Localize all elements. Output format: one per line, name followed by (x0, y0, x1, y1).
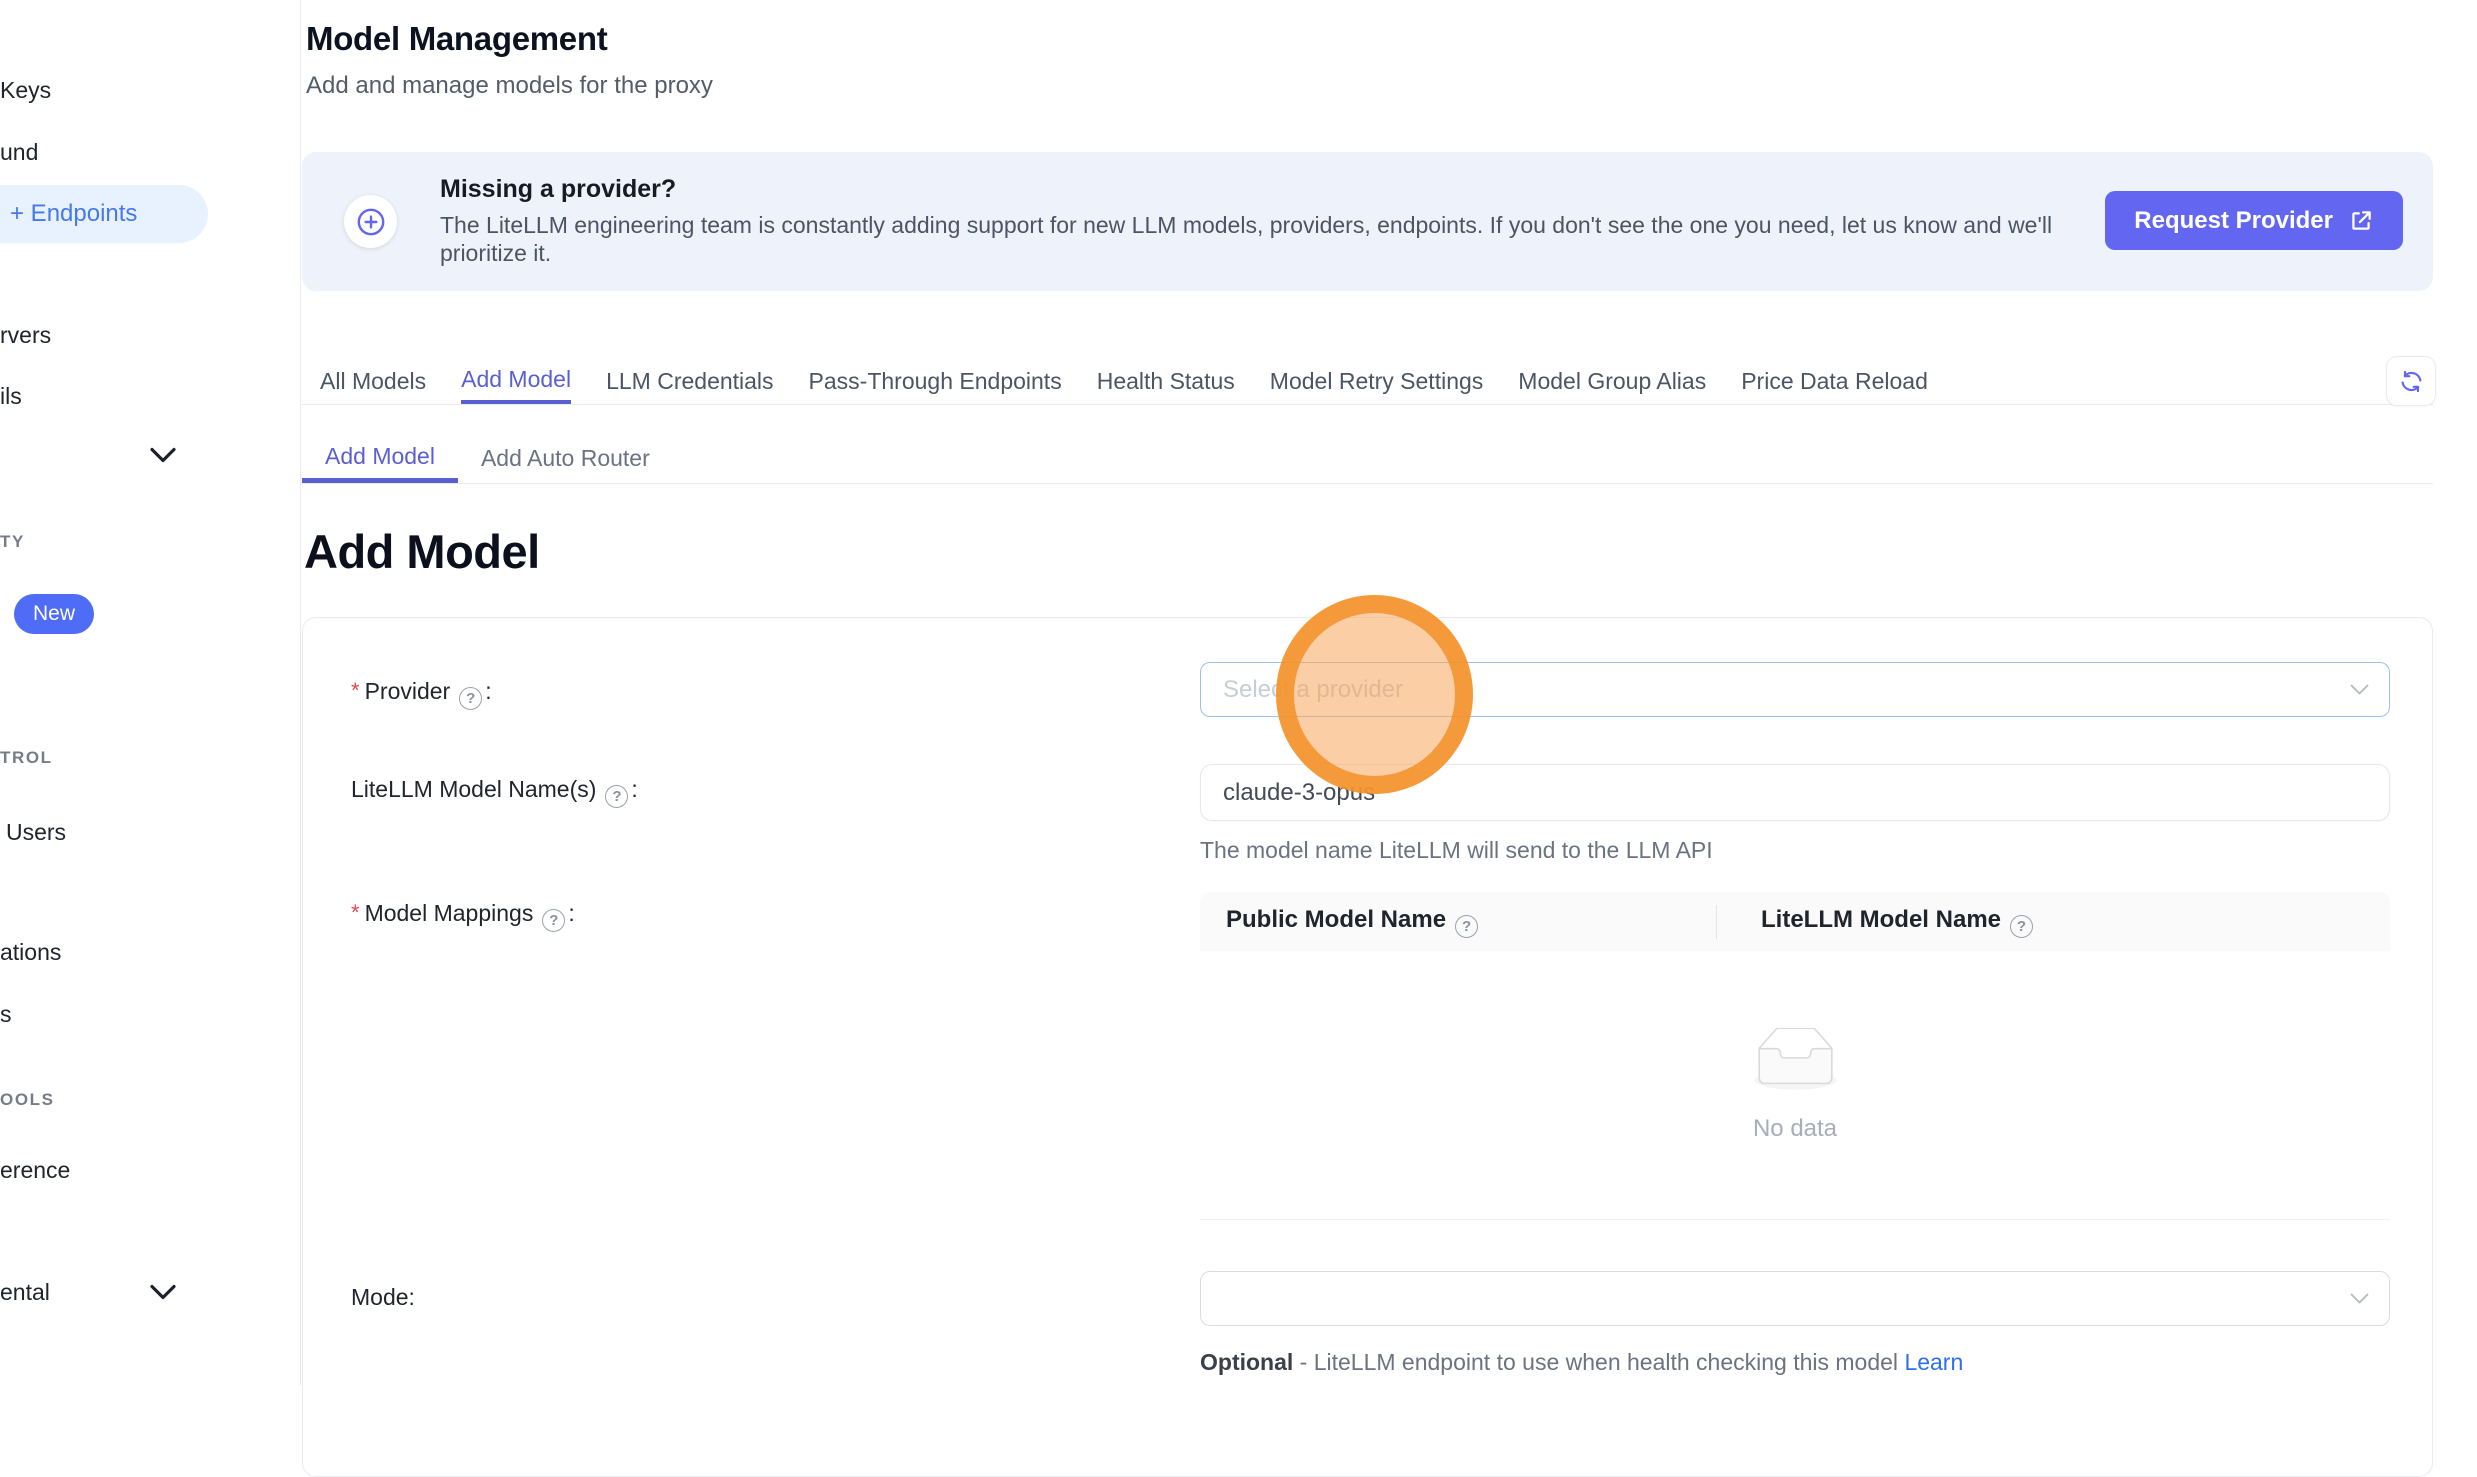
model-mappings-label: *Model Mappings?: (351, 900, 575, 932)
refresh-icon (2399, 369, 2424, 394)
sidebar-section-header: TROL (0, 748, 53, 768)
sidebar-section-header: OOLS (0, 1090, 55, 1110)
tab-all-models[interactable]: All Models (320, 358, 426, 404)
mode-help-text: Optional - LiteLLM endpoint to use when … (1200, 1349, 1963, 1376)
model-name-label: LiteLLM Model Name(s)?: (351, 776, 638, 808)
tab-price-data-reload[interactable]: Price Data Reload (1741, 358, 1928, 404)
request-provider-label: Request Provider (2134, 207, 2333, 235)
sidebar-item-keys[interactable]: Keys (0, 76, 51, 104)
tab-pass-through-endpoints[interactable]: Pass-Through Endpoints (809, 358, 1062, 404)
page-title: Model Management (306, 20, 607, 58)
banner-title: Missing a provider? (440, 175, 676, 204)
chevron-down-icon[interactable] (150, 1284, 176, 1300)
new-badge: New (14, 594, 94, 634)
help-icon[interactable]: ? (542, 909, 565, 932)
external-link-icon (2348, 208, 2374, 234)
mode-help-optional: Optional (1200, 1349, 1293, 1375)
subtab-add-auto-router[interactable]: Add Auto Router (458, 434, 673, 483)
help-icon[interactable]: ? (459, 687, 482, 710)
sidebar-item-users[interactable]: Users (6, 818, 66, 846)
page-subtitle: Add and manage models for the proxy (306, 72, 713, 100)
column-header-litellm-model-name: LiteLLM Model Name? (1717, 906, 2036, 938)
sidebar-section-header: TY (0, 532, 25, 552)
provider-placeholder: Select a provider (1223, 676, 1403, 704)
mappings-table-header: Public Model Name? LiteLLM Model Name? (1200, 892, 2390, 951)
sidebar-item-teams[interactable]: s (0, 1000, 12, 1028)
provider-select[interactable]: Select a provider (1200, 662, 2390, 717)
plus-circle-icon (344, 195, 397, 248)
no-data-text: No data (1753, 1115, 1837, 1143)
sidebar-item-experimental[interactable]: ental (0, 1278, 50, 1306)
sidebar: Keys und + Endpoints rvers ils TY New TR… (0, 0, 301, 1385)
subtab-add-model[interactable]: Add Model (302, 434, 458, 483)
model-name-input[interactable]: claude-3-opus (1200, 764, 2390, 821)
model-name-help-text: The model name LiteLLM will send to the … (1200, 837, 1713, 864)
add-model-subtabs: Add Model Add Auto Router (302, 434, 2433, 484)
sidebar-item-inference[interactable]: erence (0, 1156, 70, 1184)
model-tabs: All Models Add Model LLM Credentials Pas… (302, 358, 2433, 405)
request-provider-button[interactable]: Request Provider (2105, 191, 2403, 250)
sidebar-item-organizations[interactable]: ations (0, 938, 61, 966)
tab-add-model[interactable]: Add Model (461, 358, 571, 404)
sidebar-item-servers[interactable]: rvers (0, 321, 51, 349)
tab-model-retry-settings[interactable]: Model Retry Settings (1270, 358, 1483, 404)
mode-label: Mode: (351, 1284, 415, 1311)
learn-link[interactable]: Learn (1904, 1349, 1963, 1375)
refresh-button[interactable] (2386, 356, 2436, 406)
help-icon[interactable]: ? (2010, 915, 2033, 938)
tab-health-status[interactable]: Health Status (1097, 358, 1235, 404)
sidebar-item-logs[interactable]: ils (0, 382, 22, 410)
provider-label: *Provider?: (351, 678, 492, 710)
model-name-value: claude-3-opus (1223, 779, 1375, 807)
sidebar-item-playground[interactable]: und (0, 138, 38, 166)
chevron-down-icon (2350, 1293, 2369, 1305)
mappings-empty-state: No data (1200, 951, 2390, 1220)
add-model-heading: Add Model (304, 524, 540, 579)
new-badge-label: New (33, 602, 75, 626)
help-icon[interactable]: ? (1455, 915, 1478, 938)
column-header-public-model-name: Public Model Name? (1200, 906, 1716, 938)
add-model-form-card: *Provider?: Select a provider LiteLLM Mo… (302, 617, 2433, 1477)
empty-box-icon (1745, 1028, 1846, 1093)
sidebar-item-passthrough-endpoints[interactable]: + Endpoints (0, 185, 208, 243)
mode-select[interactable] (1200, 1271, 2390, 1326)
help-icon[interactable]: ? (605, 785, 628, 808)
missing-provider-banner: Missing a provider? The LiteLLM engineer… (302, 152, 2433, 291)
chevron-down-icon (2350, 684, 2369, 696)
sidebar-item-label: + Endpoints (10, 200, 137, 228)
banner-body: The LiteLLM engineering team is constant… (440, 211, 2070, 267)
tab-llm-credentials[interactable]: LLM Credentials (606, 358, 773, 404)
tab-model-group-alias[interactable]: Model Group Alias (1518, 358, 1706, 404)
required-asterisk: * (351, 900, 360, 925)
chevron-down-icon[interactable] (150, 447, 176, 463)
required-asterisk: * (351, 678, 360, 703)
